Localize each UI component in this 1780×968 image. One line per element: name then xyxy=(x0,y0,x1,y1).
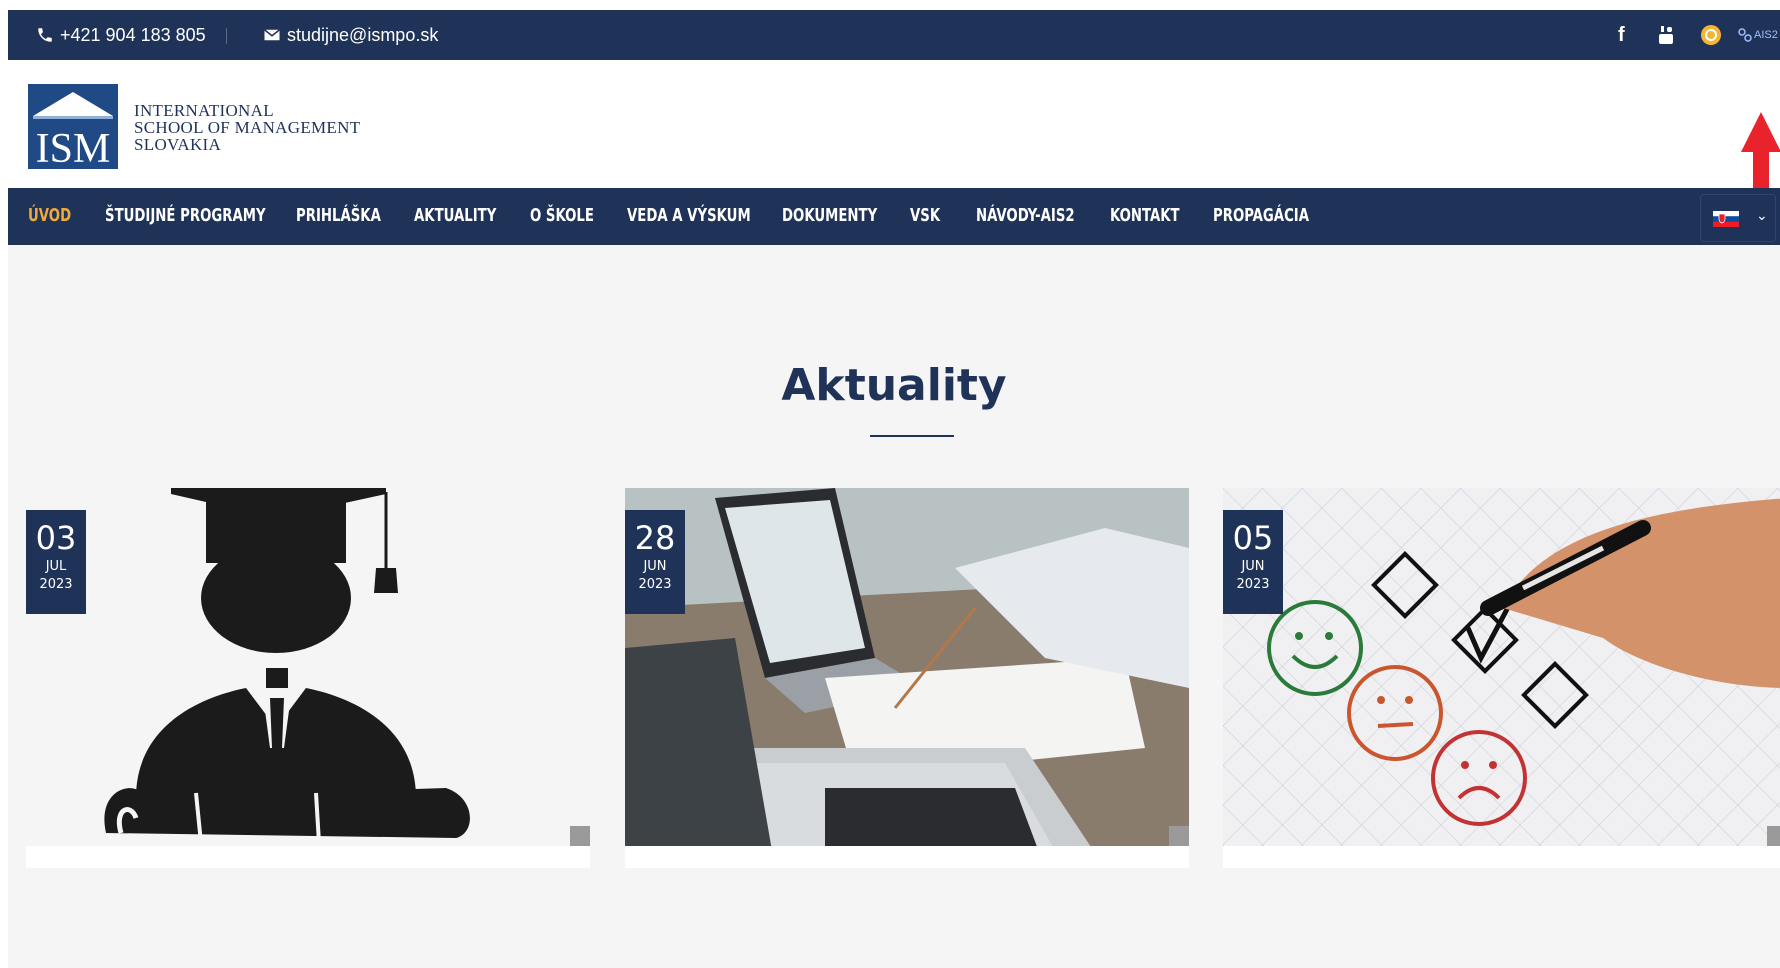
youtube-icon[interactable] xyxy=(1658,10,1674,60)
graduate-image xyxy=(104,488,470,844)
ais2-icon xyxy=(1738,28,1752,42)
nav-item-studijne-programy[interactable]: ŠTUDIJNÉ PROGRAMY xyxy=(105,205,266,226)
date-year: 2023 xyxy=(39,577,73,592)
svg-text:ISM: ISM xyxy=(36,126,111,169)
date-year: 2023 xyxy=(638,577,672,592)
top-contact-bar: +421 904 183 805 studijne@ismpo.sk f AIS… xyxy=(8,10,1780,60)
nav-item-vsk[interactable]: VSK xyxy=(910,205,940,226)
image-corner-tab xyxy=(570,826,590,846)
nav-item-uvod[interactable]: ÚVOD xyxy=(28,205,71,226)
school-name-line1: INTERNATIONAL xyxy=(134,101,274,120)
nav-item-veda-a-vyskum[interactable]: VEDA A VÝSKUM xyxy=(627,205,751,226)
youtube-glyph xyxy=(1659,26,1673,44)
image-corner-tab xyxy=(1767,826,1780,846)
contact-divider xyxy=(226,28,227,44)
nav-item-navody-ais2[interactable]: NÁVODY-AIS2 xyxy=(976,205,1075,226)
main-navigation: ÚVOD ŠTUDIJNÉ PROGRAMY PRIHLÁŠKA AKTUALI… xyxy=(8,188,1780,245)
nav-item-kontakt[interactable]: KONTAKT xyxy=(1110,205,1180,226)
title-underline xyxy=(870,435,954,437)
ism-logo[interactable]: ISM xyxy=(28,84,118,172)
laptop-writing-image xyxy=(625,488,1189,868)
ism-logo-mark: ISM xyxy=(28,84,118,172)
news-card[interactable]: 03 JUL 2023 xyxy=(26,488,590,868)
browser-viewport: +421 904 183 805 studijne@ismpo.sk f AIS… xyxy=(8,10,1780,968)
date-badge: 28 JUN 2023 xyxy=(625,510,685,614)
image-corner-tab xyxy=(1169,826,1189,846)
nav-item-propagacia[interactable]: PROPAGÁCIA xyxy=(1213,205,1309,226)
date-month: JUN xyxy=(1241,559,1265,574)
phone-number: +421 904 183 805 xyxy=(60,24,206,45)
phone-contact[interactable]: +421 904 183 805 xyxy=(36,10,206,60)
moodle-glyph xyxy=(1701,25,1721,45)
moodle-icon[interactable] xyxy=(1700,10,1722,60)
date-month: JUL xyxy=(45,559,67,574)
email-contact[interactable]: studijne@ismpo.sk xyxy=(263,10,438,60)
date-year: 2023 xyxy=(1236,577,1270,592)
card-caption-area xyxy=(26,846,590,868)
card-caption-area xyxy=(1223,846,1780,868)
date-badge: 03 JUL 2023 xyxy=(26,510,86,614)
date-day: 28 xyxy=(634,519,676,557)
date-badge: 05 JUN 2023 xyxy=(1223,510,1283,614)
date-month: JUN xyxy=(643,559,667,574)
nav-item-dokumenty[interactable]: DOKUMENTY xyxy=(782,205,877,226)
ais2-link[interactable]: AIS2 xyxy=(1738,10,1778,60)
school-name[interactable]: INTERNATIONAL SCHOOL OF MANAGEMENT SLOVA… xyxy=(134,102,360,153)
survey-smileys-image xyxy=(1223,488,1780,868)
site-header: ISM INTERNATIONAL SCHOOL OF MANAGEMENT S… xyxy=(8,60,1780,212)
page-title: Aktuality xyxy=(781,360,1007,411)
nav-item-o-skole[interactable]: O ŠKOLE xyxy=(530,205,594,226)
language-selector[interactable]: ⌄ xyxy=(1700,194,1776,242)
facebook-icon[interactable]: f xyxy=(1618,10,1625,60)
nav-item-aktuality[interactable]: AKTUALITY xyxy=(414,205,496,226)
card-caption-area xyxy=(625,846,1189,868)
date-day: 05 xyxy=(1232,519,1274,557)
news-card[interactable]: 05 JUN 2023 xyxy=(1223,488,1780,868)
slovak-flag-icon xyxy=(1713,211,1739,227)
phone-icon xyxy=(38,28,52,42)
school-name-line3: SLOVAKIA xyxy=(134,135,222,154)
nav-item-prihlaska[interactable]: PRIHLÁŠKA xyxy=(296,205,381,226)
envelope-icon xyxy=(264,29,280,41)
date-day: 03 xyxy=(35,519,77,557)
school-name-line2: SCHOOL OF MANAGEMENT xyxy=(134,118,361,137)
ais2-label: AIS2 xyxy=(1754,29,1778,41)
news-card[interactable]: 28 JUN 2023 xyxy=(625,488,1189,868)
chevron-down-icon: ⌄ xyxy=(1756,207,1768,223)
email-address: studijne@ismpo.sk xyxy=(287,24,439,45)
